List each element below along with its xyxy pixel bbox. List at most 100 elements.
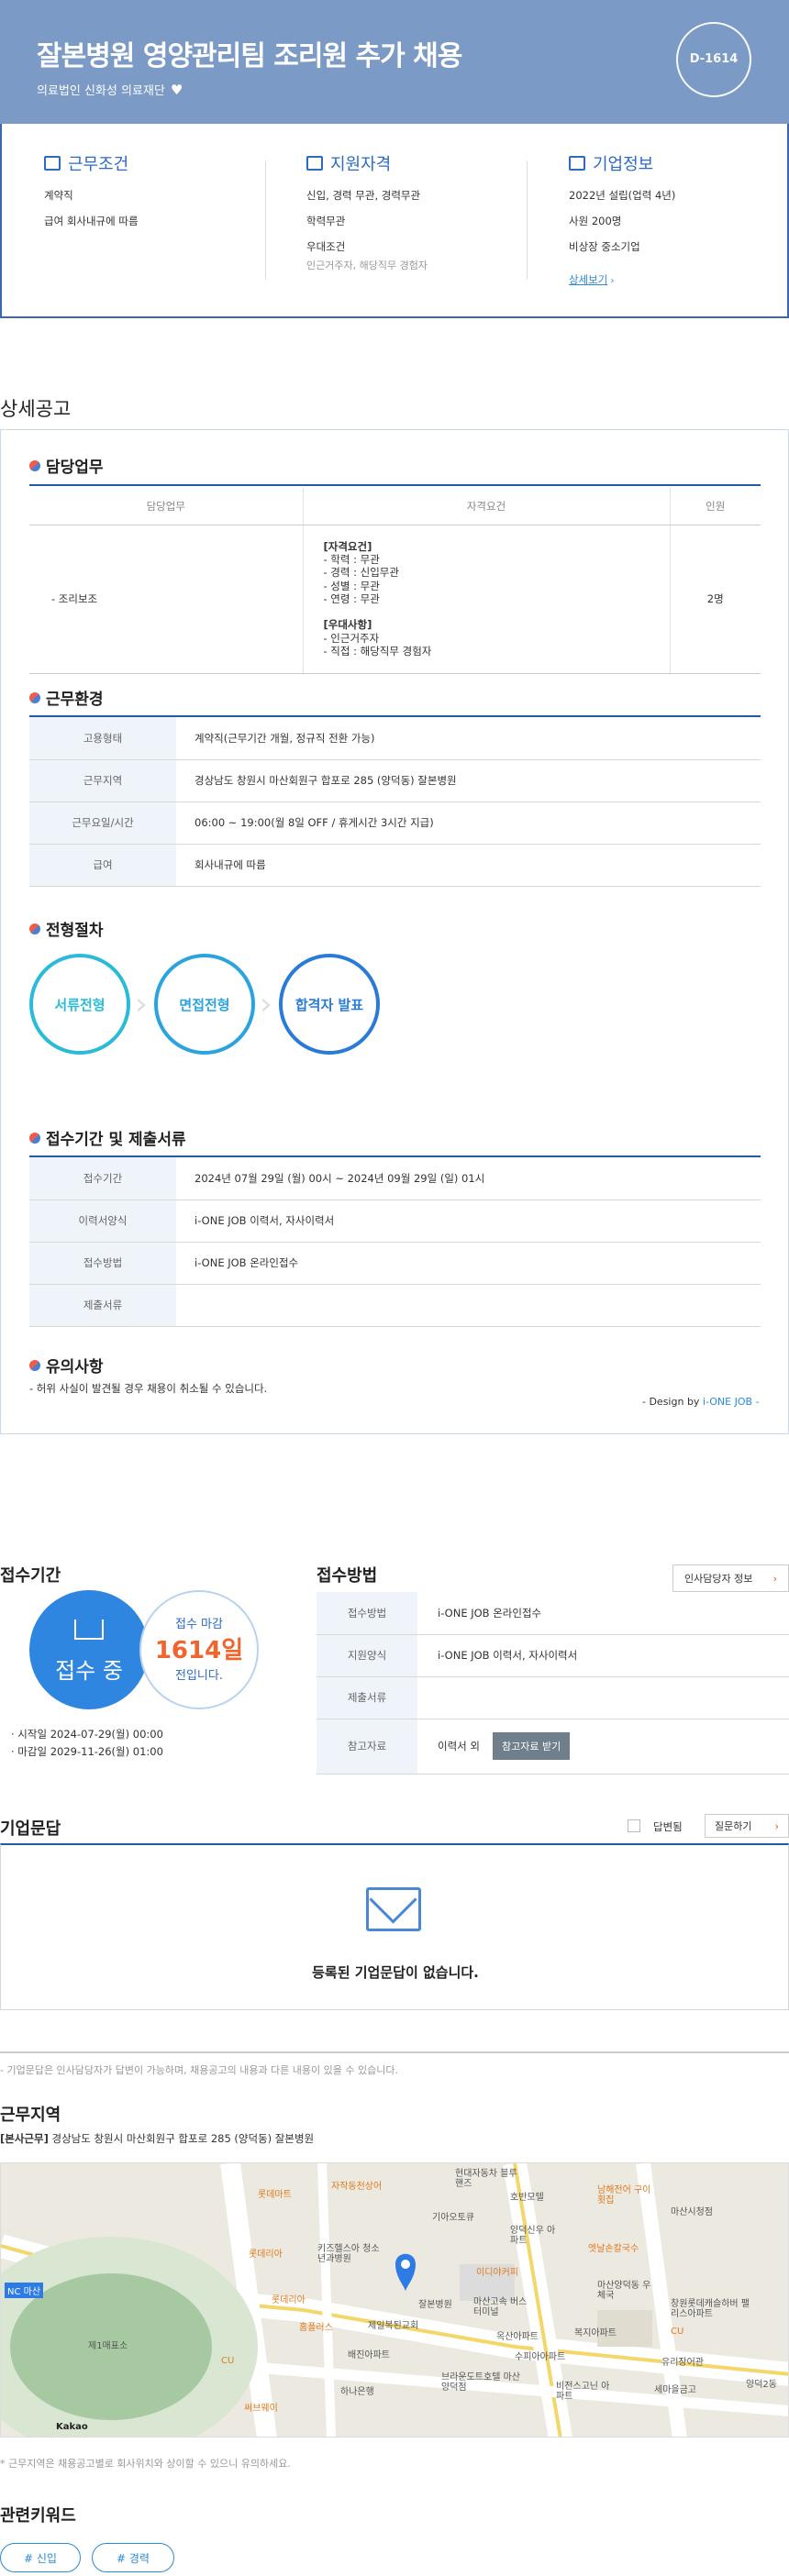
map-label: 호반모텔 — [510, 2193, 544, 2203]
end-date: · 마감일 2029-11-26(월) 01:00 — [11, 1745, 163, 1758]
hero-banner: 잘본병원 영양관리팀 조리원 추가 채용 의료법인 신화성 의료재단 ♥ D-16… — [0, 0, 789, 124]
chevron-right-icon[interactable]: › — [607, 276, 615, 286]
keyword-tag[interactable]: # 경력 — [92, 2543, 174, 2572]
docs-title: 접수기간 및 제출서류 — [46, 1131, 186, 1149]
building-icon — [44, 156, 61, 171]
location-map[interactable]: 롯데마트 자작동천상어 현대자동차 블루핸즈 호반모텔 남해전어 구이횟집 마산… — [0, 2162, 789, 2438]
map-label: 옥산아파트 — [496, 2332, 539, 2342]
chevron-right-icon: › — [260, 986, 272, 1023]
reference-download-button[interactable]: 참고자료 받기 — [492, 1732, 571, 1760]
bullet-dot-icon — [29, 1132, 40, 1144]
process-heading: 전형절차 — [29, 917, 104, 940]
map-label: 세마을금고 — [654, 2385, 696, 2395]
notice-title: 유의사항 — [46, 1358, 104, 1376]
receive-value: i-ONE JOB 이력서, 자사이력서 — [417, 1634, 789, 1677]
map-label: 롯데마트 — [258, 2190, 292, 2200]
pref-line: - 인근거주자 — [323, 631, 380, 645]
map-label: 제일복된교회 — [368, 2321, 419, 2331]
duty-table: 담당업무 자격요건 인원 - 조리보조 [자격요건] - 학력 : 무관 - 경… — [29, 488, 761, 674]
env-value: 06:00 ~ 19:00(월 8일 OFF / 휴게시간 3시간 지급) — [176, 802, 761, 845]
map-label: 양덕2동 — [746, 2380, 777, 2390]
qualifications-heading: 지원자격 — [306, 151, 517, 175]
receive-title: 접수방법 — [317, 1566, 378, 1586]
answered-checkbox[interactable] — [628, 1819, 640, 1832]
receive-table: 접수방법 i-ONE JOB 온라인접수 지원양식 i-ONE JOB 이력서, 자… — [317, 1592, 789, 1774]
ask-question-button[interactable]: 질문하기 › — [705, 1814, 789, 1838]
map-label: 비전스고닌 아파트 — [556, 2382, 610, 2402]
hr-info-button[interactable]: 인사담당자 정보 › — [672, 1564, 789, 1592]
answered-label[interactable]: 답변됨 — [653, 1819, 683, 1834]
id-card-icon — [306, 156, 323, 171]
envelope-icon — [366, 1887, 421, 1931]
receive-key: 지원양식 — [317, 1634, 417, 1677]
docs-key: 접수기간 — [29, 1157, 176, 1200]
req-line: - 학력 : 무관 — [323, 552, 380, 566]
dday-badge: D-1614 — [676, 22, 751, 97]
receive-value: i-ONE JOB 온라인접수 — [417, 1592, 789, 1635]
docs-value: i-ONE JOB 이력서, 자사이력서 — [176, 1200, 761, 1243]
map-label: 롯데리아 — [272, 2295, 306, 2305]
col-header-requirements: 자격요건 — [303, 488, 671, 525]
work-conditions: 근무조건 계약직 급여 회사내규에 따름 — [44, 151, 255, 239]
company-name[interactable]: 의료법인 신화성 의료재단 ♥ — [37, 81, 183, 98]
duty-heading: 담당업무 — [29, 454, 104, 477]
work-salary: 급여 회사내규에 따름 — [44, 215, 139, 227]
docs-table: 접수기간 2024년 07월 29일 (월) 00시 ~ 2024년 09월 29… — [29, 1157, 761, 1327]
map-label: NC 마산 — [5, 2283, 44, 2298]
qual-education: 학력무관 — [306, 215, 346, 227]
map-label: 창원롯데캐슬하버 팰리스아파트 — [671, 2299, 750, 2319]
chevron-right-icon[interactable]: › — [775, 1820, 779, 1832]
col-header-count: 인원 — [670, 488, 761, 525]
env-value: 경상남도 창원시 마산회원구 합포로 285 (양덕동) 잘본병원 — [176, 759, 761, 802]
design-prefix: - Design by — [642, 1396, 703, 1408]
env-key: 근무요일/시간 — [29, 802, 176, 845]
company-info: 기업정보 2022년 설립(업력 4년) 사원 200명 비상장 중소기업 상세… — [569, 151, 780, 298]
book-icon — [74, 1620, 104, 1640]
env-title: 근무환경 — [46, 691, 104, 709]
location-address: [본사근무] 경상남도 창원시 마산회원구 합포로 285 (양덕동) 잘본병원 — [0, 2131, 314, 2146]
map-label: 배진아파트 — [348, 2350, 390, 2360]
receive-value: 이력서 외 — [438, 1740, 480, 1752]
ask-question-label[interactable]: 질문하기 — [715, 1819, 751, 1833]
qa-empty-message: 등록된 기업문답이 없습니다. — [312, 1964, 479, 1981]
hire-count: 2명 — [670, 525, 761, 674]
env-table: 고용형태 계약직(근무기간 개월, 정규직 전환 가능) 근무지역 경상남도 창원시… — [29, 717, 761, 887]
company-detail-link[interactable]: 상세보기 — [569, 273, 607, 286]
hr-info-label[interactable]: 인사담당자 정보 — [684, 1571, 752, 1586]
duty-task: - 조리보조 — [29, 525, 304, 674]
env-key: 근무지역 — [29, 759, 176, 802]
docs-value: i-ONE JOB 온라인접수 — [176, 1242, 761, 1285]
work-type: 계약직 — [44, 189, 73, 202]
qa-box: 등록된 기업문답이 없습니다. — [0, 1843, 789, 2010]
divider — [527, 160, 528, 280]
map-label: 복지아파트 — [574, 2328, 617, 2338]
step-document: 서류전형 — [29, 954, 130, 1055]
map-label: 마산시청점 — [671, 2207, 713, 2217]
status-text: 접수 중 — [55, 1658, 123, 1684]
qual-career: 신입, 경력 무관, 경력무관 — [306, 189, 421, 202]
company-name-text[interactable]: 의료법인 신화성 의료재단 — [37, 84, 165, 98]
keywords-title: 관련키워드 — [0, 2506, 76, 2526]
map-label: 제1매표소 — [88, 2341, 128, 2351]
map-label: 기아오토큐 — [432, 2213, 474, 2223]
qa-note: - 기업문답은 인사담당자가 답변이 가능하며, 채용공고의 내용과 다른 내용… — [0, 2051, 789, 2077]
map-label: 써브웨이 — [244, 2404, 278, 2414]
map-label: 마산양덕동 우체국 — [597, 2281, 651, 2301]
deadline-circle: 접수 마감 1614일 전입니다. — [139, 1590, 259, 1709]
divider — [265, 160, 266, 280]
map-label: 유리장어관 — [661, 2358, 704, 2368]
chevron-right-icon: › — [135, 986, 148, 1023]
start-date: · 시작일 2024-07-29(월) 00:00 — [11, 1728, 163, 1741]
bullet-dot-icon — [29, 923, 40, 934]
period-title: 접수기간 — [0, 1566, 61, 1586]
docs-heading: 접수기간 및 제출서류 — [29, 1126, 186, 1149]
chevron-right-icon[interactable]: › — [773, 1573, 777, 1585]
docs-key: 접수방법 — [29, 1242, 176, 1285]
heart-icon[interactable]: ♥ — [171, 82, 183, 98]
step-interview: 면접전형 — [154, 954, 255, 1055]
docs-key: 이력서양식 — [29, 1200, 176, 1243]
divider — [29, 484, 761, 486]
keyword-tag[interactable]: # 신입 — [0, 2543, 81, 2572]
step-result: 합격자 발표 — [279, 954, 380, 1055]
map-label: 마산고속 버스터미널 — [473, 2297, 528, 2317]
